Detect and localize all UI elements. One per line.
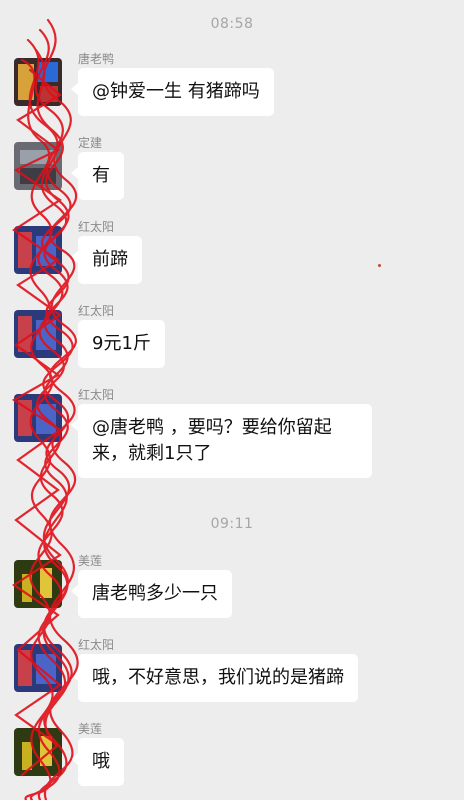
chat-view: 08:58 唐老鸭 @钟爱一生 有猪蹄吗 定建 有 红太阳 前蹄 红太阳 9元1… (0, 0, 464, 800)
avatar-image (14, 142, 62, 190)
sender-name: 红太阳 (78, 220, 115, 234)
avatar-image (14, 644, 62, 692)
sender-name: 美莲 (78, 722, 103, 736)
message-bubble[interactable]: 9元1斤 (71, 320, 165, 368)
sender-name: 定建 (78, 136, 103, 150)
avatar-image (14, 310, 62, 358)
avatar-image (14, 58, 62, 106)
avatar-image (14, 226, 62, 274)
avatar[interactable] (14, 226, 62, 274)
avatar[interactable] (14, 560, 62, 608)
sender-name: 红太阳 (78, 304, 115, 318)
timestamp: 09:11 (210, 516, 254, 532)
avatar[interactable] (14, 142, 62, 190)
avatar-image (14, 560, 62, 608)
message-bubble[interactable]: 前蹄 (71, 236, 142, 284)
sender-name: 红太阳 (78, 638, 115, 652)
avatar[interactable] (14, 728, 62, 776)
avatar-image (14, 728, 62, 776)
message-bubble[interactable]: 哦，不好意思，我们说的是猪蹄 (71, 654, 358, 702)
message-bubble[interactable]: 哦 (71, 738, 124, 786)
message-bubble[interactable]: @唐老鸭 ，要吗？要给你留起来，就剩1只了 (71, 404, 372, 478)
avatar-image (14, 394, 62, 442)
sender-name: 美莲 (78, 554, 103, 568)
avatar[interactable] (14, 58, 62, 106)
message-bubble[interactable]: @钟爱一生 有猪蹄吗 (71, 68, 274, 116)
timestamp: 08:58 (210, 16, 254, 32)
message-bubble[interactable]: 唐老鸭多少一只 (71, 570, 232, 618)
avatar[interactable] (14, 644, 62, 692)
message-bubble[interactable]: 有 (71, 152, 124, 200)
stray-dot (378, 264, 381, 267)
avatar[interactable] (14, 310, 62, 358)
sender-name: 唐老鸭 (78, 52, 115, 66)
avatar[interactable] (14, 394, 62, 442)
sender-name: 红太阳 (78, 388, 115, 402)
